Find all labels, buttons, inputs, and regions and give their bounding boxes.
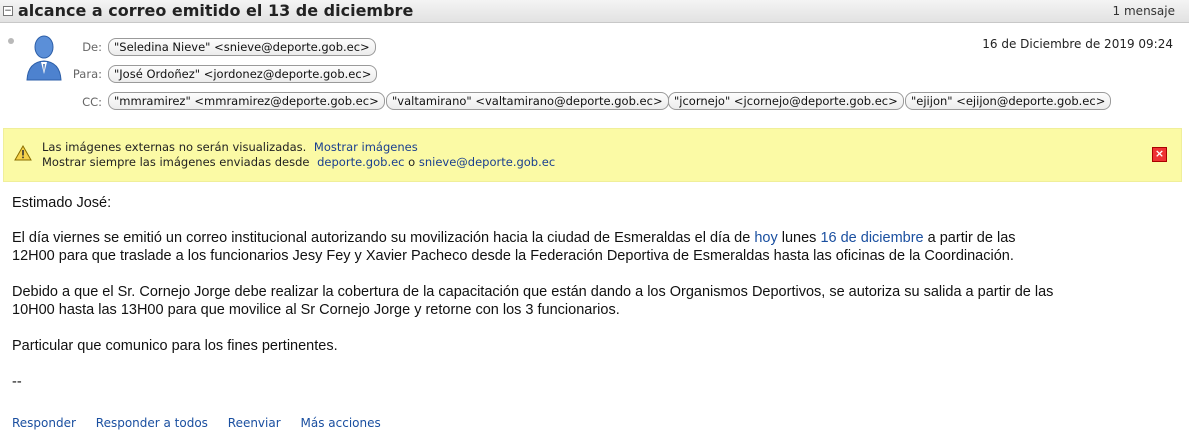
unread-dot-icon <box>8 38 14 44</box>
banner-message: Las imágenes externas no serán visualiza… <box>42 140 307 154</box>
paragraph-1-line-1: El día viernes se emitió un correo insti… <box>12 229 1182 247</box>
warning-icon <box>14 145 32 161</box>
message-subject: alcance a correo emitido el 13 de diciem… <box>18 1 414 20</box>
text: El día viernes se emitió un correo insti… <box>12 230 755 246</box>
message-count: 1 mensaje <box>1112 4 1175 18</box>
cc-address-chip[interactable]: "valtamirano" <valtamirano@deporte.gob.e… <box>386 92 669 110</box>
paragraph-1-line-2: 12H00 para que traslade a los funcionari… <box>12 248 1014 264</box>
body-paragraph-2: Debido a que el Sr. Cornejo Jorge debe r… <box>12 283 1182 319</box>
body-paragraph-1: El día viernes se emitió un correo insti… <box>12 229 1182 265</box>
cc-address-chip[interactable]: "jcornejo" <jcornejo@deporte.gob.ec> <box>668 92 904 110</box>
banner-line-1: Las imágenes externas no serán visualiza… <box>42 140 418 154</box>
text: lunes <box>777 230 821 246</box>
paragraph-2-line-1: Debido a que el Sr. Cornejo Jorge debe r… <box>12 284 1054 300</box>
always-show-domain-link[interactable]: deporte.gob.ec <box>317 155 404 169</box>
or-text: o <box>408 155 416 169</box>
show-images-link[interactable]: Mostrar imágenes <box>314 140 418 154</box>
reply-link[interactable]: Responder <box>12 416 76 430</box>
greeting: Estimado José: <box>12 195 112 211</box>
signature-separator: -- <box>12 374 22 390</box>
avatar-icon <box>26 35 62 81</box>
external-images-banner: Las imágenes externas no serán visualiza… <box>3 128 1182 182</box>
banner-line-2: Mostrar siempre las imágenes enviadas de… <box>42 155 555 169</box>
forward-link[interactable]: Reenviar <box>228 416 281 430</box>
message-header-bar: − alcance a correo emitido el 13 de dici… <box>0 0 1189 23</box>
to-label: Para: <box>72 67 102 81</box>
paragraph-2-line-2: 10H00 hasta las 13H00 para que movilice … <box>12 302 620 318</box>
cc-address-chip[interactable]: "mmramirez" <mmramirez@deporte.gob.ec> <box>108 92 385 110</box>
always-show-sender-link[interactable]: snieve@deporte.gob.ec <box>419 155 555 169</box>
reply-all-link[interactable]: Responder a todos <box>96 416 208 430</box>
to-address-chip[interactable]: "José Ordoñez" <jordonez@deporte.gob.ec> <box>108 65 378 83</box>
body-paragraph-3: Particular que comunico para los fines p… <box>12 338 338 354</box>
date-link-today[interactable]: hoy <box>754 230 777 246</box>
from-label: De: <box>82 40 102 54</box>
always-show-text: Mostrar siempre las imágenes enviadas de… <box>42 155 310 169</box>
collapse-icon[interactable]: − <box>3 6 13 16</box>
message-actions: Responder Responder a todos Reenviar Más… <box>12 416 397 430</box>
close-icon[interactable]: × <box>1152 147 1167 162</box>
more-actions-link[interactable]: Más acciones <box>301 416 381 430</box>
cc-address-chip[interactable]: "ejijon" <ejijon@deporte.gob.ec> <box>905 92 1112 110</box>
cc-label: CC: <box>82 95 102 109</box>
text: a partir de las <box>923 230 1016 246</box>
date-link-december[interactable]: 16 de diciembre <box>820 230 923 246</box>
message-date: 16 de Diciembre de 2019 09:24 <box>982 37 1173 51</box>
from-address-chip[interactable]: "Seledina Nieve" <snieve@deporte.gob.ec> <box>108 38 376 56</box>
